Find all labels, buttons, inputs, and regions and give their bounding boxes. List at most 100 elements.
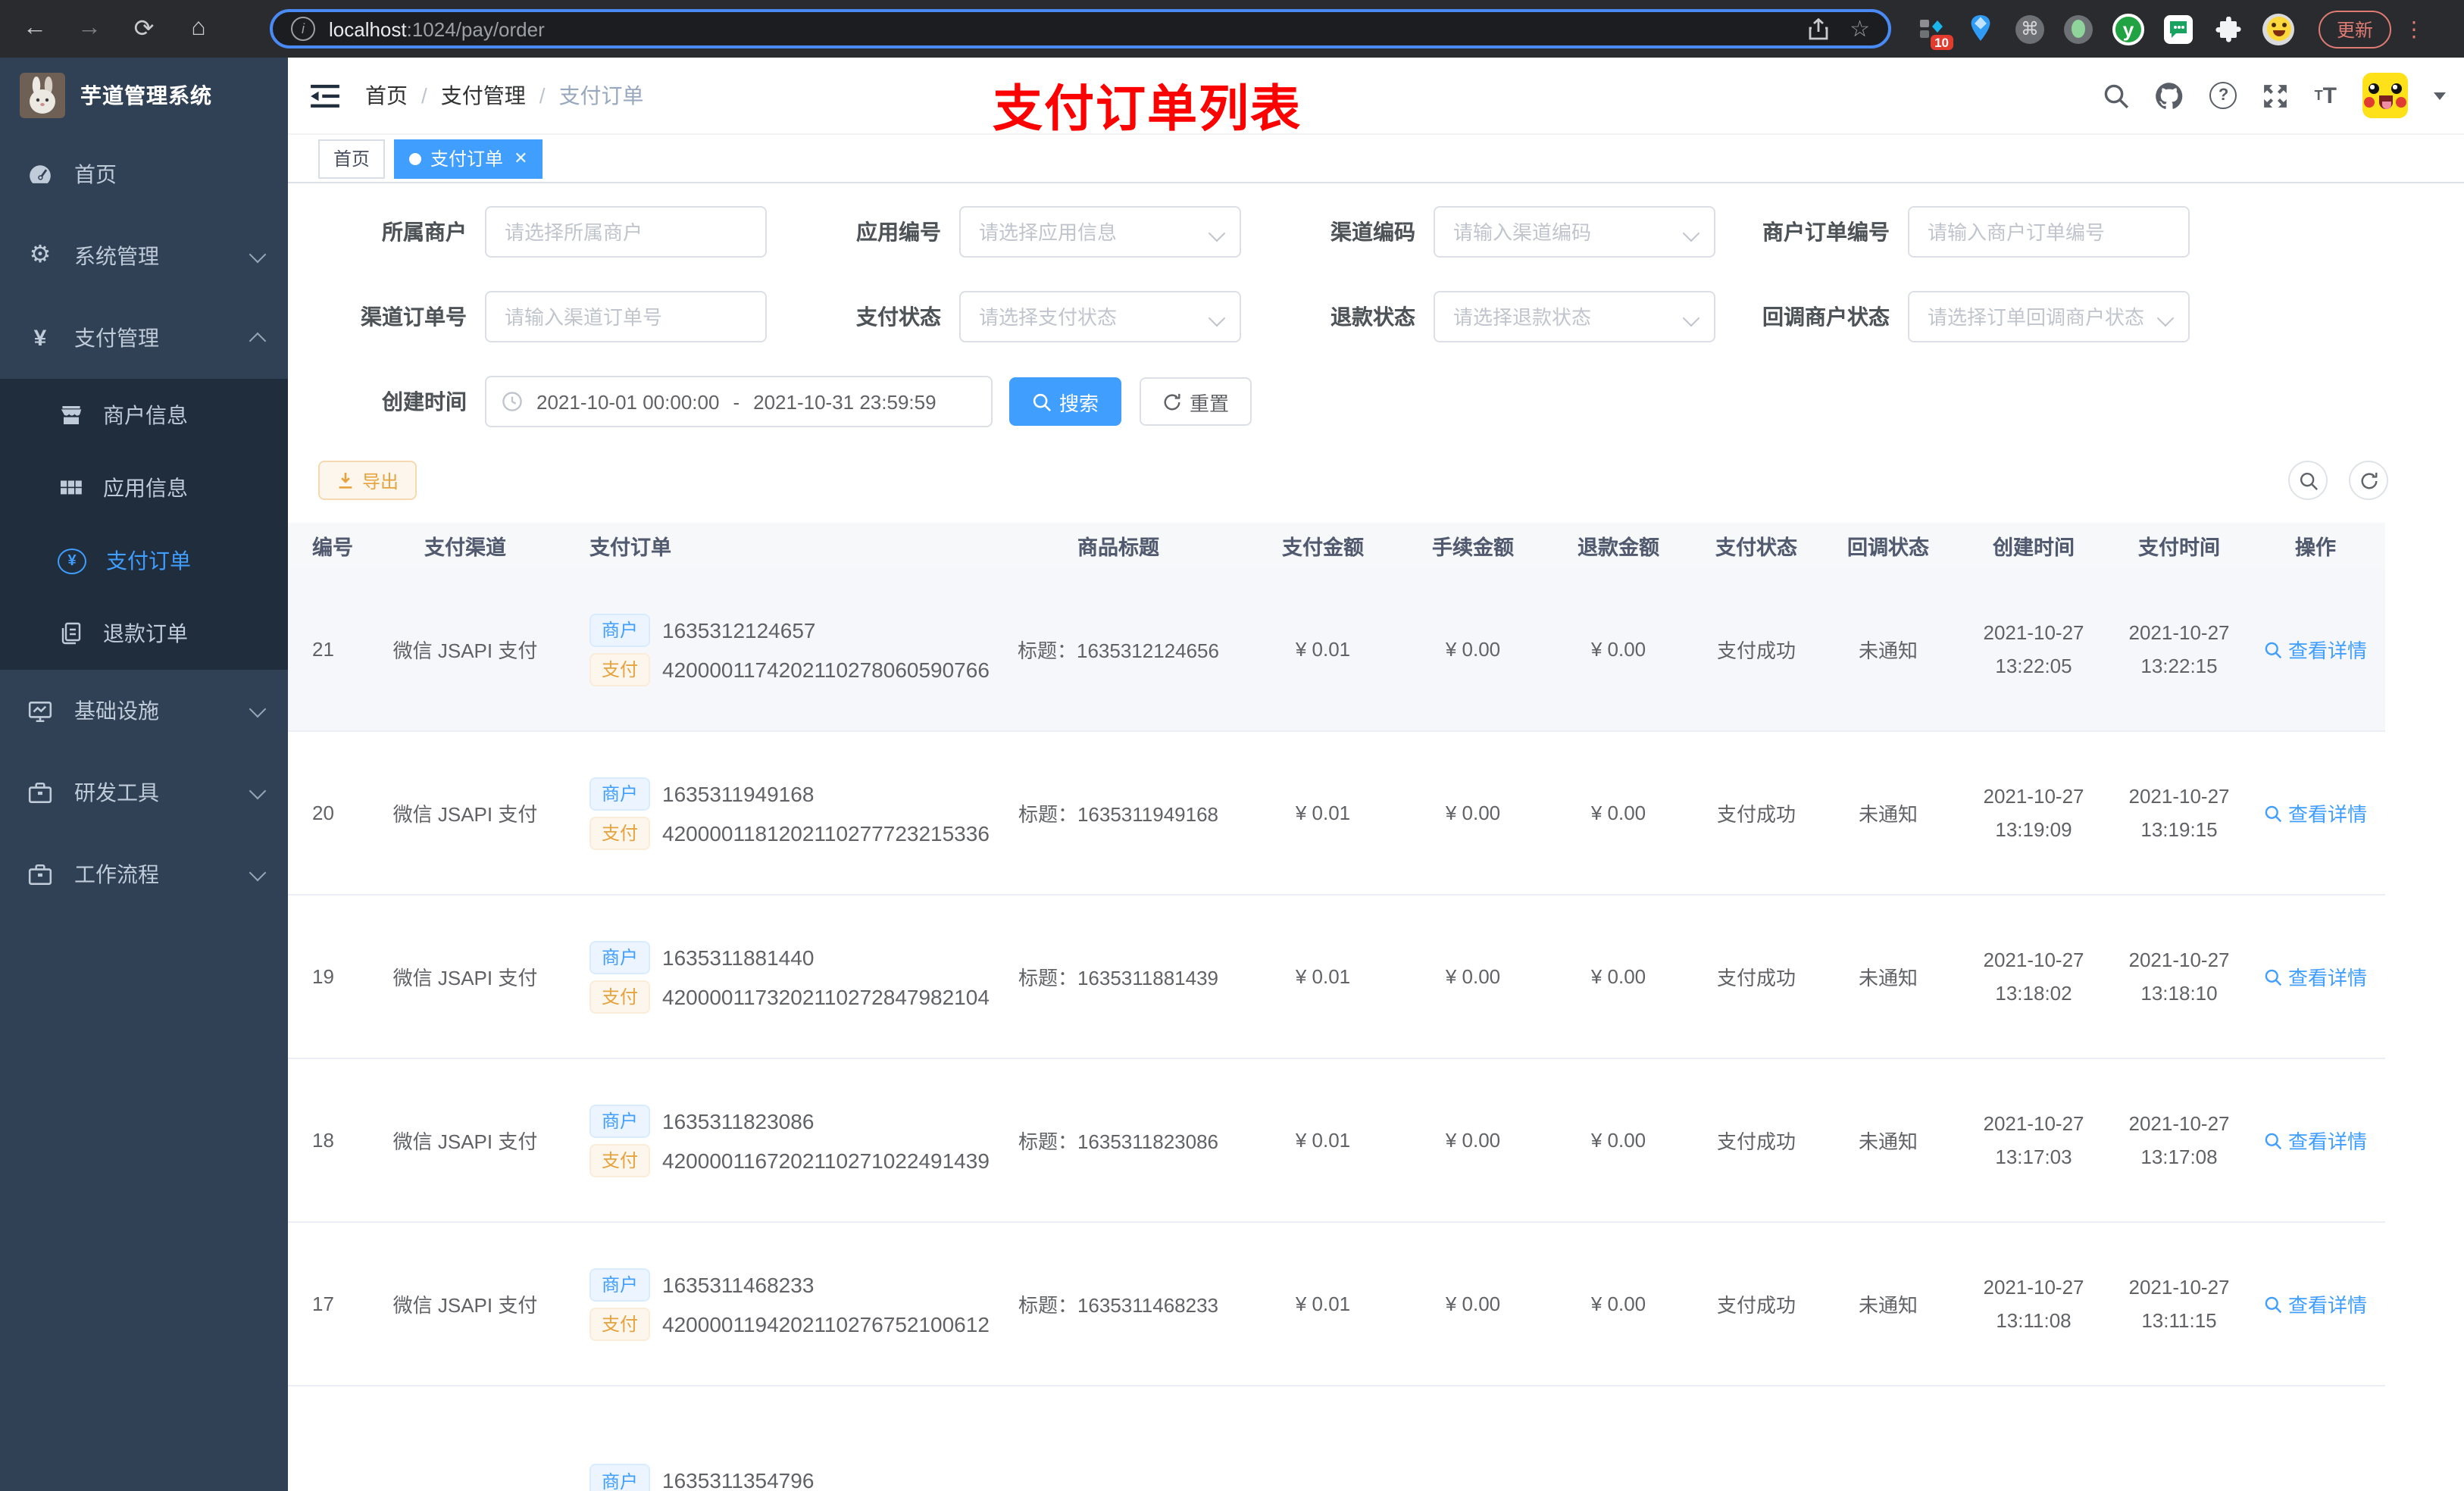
cell-created: 2021-10-27 13:18:02 <box>1955 895 2112 1059</box>
date-from: 2021-10-01 00:00:00 <box>536 390 720 413</box>
refresh-table-button[interactable] <box>2349 461 2388 500</box>
breadcrumb-home[interactable]: 首页 <box>365 80 408 111</box>
share-icon[interactable] <box>1807 17 1828 40</box>
refund-status-select[interactable] <box>1434 291 1715 342</box>
pay-tag: 支付 <box>589 1143 651 1177</box>
cell-created: 2021-10-27 13:19:09 <box>1955 731 2112 896</box>
table-row: 19 微信 JSAPI 支付 商户 1635311881440 支付 42000… <box>288 895 2385 1059</box>
pay-tag: 支付 <box>589 1307 651 1340</box>
extension-command-icon[interactable]: ⌘ <box>2015 14 2044 43</box>
cell-title: 标题：1635311949168 <box>991 731 1246 896</box>
sidebar-fold-icon[interactable] <box>311 83 339 108</box>
screen: ← → ⟳ ⌂ i localhost:1024/pay/order ☆ 10 <box>0 0 2464 1491</box>
cell-status: 支付成功 <box>1691 1222 1821 1386</box>
chevron-up-icon <box>249 332 267 350</box>
col-header: 创建时间 <box>1955 523 2112 568</box>
site-info-icon[interactable]: i <box>291 17 315 41</box>
pay-status-select[interactable] <box>959 291 1241 342</box>
cell-pay-order: 商户 1635311881440 支付 42000011732021102728… <box>576 895 991 1059</box>
sidebar-item-devtools[interactable]: 研发工具 <box>0 752 288 833</box>
sidebar-item-pay[interactable]: ¥ 支付管理 <box>0 297 288 379</box>
col-header: 支付状态 <box>1691 523 1821 568</box>
view-detail-link[interactable]: 查看详情 <box>2264 962 2367 991</box>
cell-created: 2021-10-27 13:17:03 <box>1955 1058 2112 1223</box>
filter-app-no: 应用编号 <box>793 206 1241 258</box>
channel-order-no-input[interactable] <box>485 291 767 342</box>
browser-back-icon[interactable]: ← <box>18 15 52 42</box>
col-header: 支付金额 <box>1246 523 1400 568</box>
profile-emoji-icon[interactable] <box>2262 13 2294 45</box>
merchant-input[interactable] <box>485 206 767 258</box>
cell-refund: ¥ 0.00 <box>1546 1058 1691 1223</box>
documents-icon <box>58 621 83 645</box>
create-time-range-picker[interactable]: 2021-10-01 00:00:00 - 2021-10-31 23:59:5… <box>485 376 993 427</box>
search-icon[interactable] <box>2104 83 2130 108</box>
filter-create-time: 创建时间 2021-10-01 00:00:00 - 2021-10-31 23… <box>318 376 993 427</box>
user-avatar[interactable] <box>2362 73 2408 118</box>
address-bar[interactable]: i localhost:1024/pay/order ☆ <box>270 9 1891 48</box>
sidebar-item-label: 首页 <box>74 162 117 186</box>
extension-y-icon[interactable]: y <box>2112 13 2144 45</box>
extension-recorder-icon[interactable] <box>2064 14 2093 43</box>
col-header: 商品标题 <box>991 523 1246 568</box>
sidebar-item-label: 商户信息 <box>103 403 188 427</box>
cell-channel: 微信 JSAPI 支付 <box>355 1222 576 1386</box>
cell-created: 2021-10-27 13:22:05 <box>1955 568 2112 732</box>
browser-forward-icon[interactable]: → <box>73 15 106 42</box>
close-tab-icon[interactable]: ✕ <box>514 148 527 168</box>
filter-label: 退款状态 <box>1330 305 1415 329</box>
view-detail-link[interactable]: 查看详情 <box>2264 1126 2367 1155</box>
sidebar-item-merchant-info[interactable]: 商户信息 <box>0 379 288 452</box>
tab-pay-order[interactable]: 支付订单 ✕ <box>394 139 543 178</box>
active-dot-icon <box>409 152 422 164</box>
extension-pin-icon[interactable] <box>1965 14 1996 44</box>
sidebar-item-home[interactable]: 首页 <box>0 133 288 215</box>
github-icon[interactable] <box>2156 81 2184 110</box>
sidebar-item-system[interactable]: ⚙ 系统管理 <box>0 215 288 297</box>
view-detail-link[interactable]: 查看详情 <box>2264 799 2367 827</box>
app-no-select[interactable] <box>959 206 1241 258</box>
sidebar-item-pay-order[interactable]: ¥ 支付订单 <box>0 524 288 597</box>
extension-tabs-icon[interactable]: 10 <box>1915 14 1953 50</box>
bookmark-star-icon[interactable]: ☆ <box>1850 15 1870 42</box>
browser-home-icon[interactable]: ⌂ <box>182 15 215 42</box>
export-button[interactable]: 导出 <box>318 461 417 500</box>
cell-action: 查看详情 <box>2246 1222 2385 1386</box>
notify-status-select[interactable] <box>1908 291 2190 342</box>
monitor-chart-icon <box>27 698 53 724</box>
show-search-toggle-button[interactable] <box>2288 461 2328 500</box>
extension-chat-icon[interactable] <box>2164 14 2193 43</box>
reset-button[interactable]: 重置 <box>1140 377 1252 426</box>
yen-circle-icon: ¥ <box>58 548 86 574</box>
sidebar-item-app-info[interactable]: 应用信息 <box>0 452 288 524</box>
col-header: 回调状态 <box>1821 523 1955 568</box>
browser-update-button[interactable]: 更新 <box>2319 10 2392 48</box>
table-toolbar: 导出 <box>318 461 2388 500</box>
avatar-dropdown-caret[interactable] <box>2434 92 2446 99</box>
font-size-icon[interactable]: TT <box>2315 83 2337 108</box>
tab-home[interactable]: 首页 <box>318 139 386 178</box>
browser-chrome: ← → ⟳ ⌂ i localhost:1024/pay/order ☆ 10 <box>0 0 2464 58</box>
channel-code-select[interactable] <box>1434 206 1715 258</box>
search-button[interactable]: 搜索 <box>1009 377 1122 426</box>
view-detail-link[interactable]: 查看详情 <box>2264 635 2367 664</box>
cell-amount: ¥ 0.01 <box>1246 568 1400 732</box>
extensions-puzzle-icon[interactable] <box>2212 14 2243 44</box>
fullscreen-icon[interactable] <box>2263 83 2289 108</box>
cell-channel: 微信 JSAPI 支付 <box>355 568 576 732</box>
view-detail-link[interactable]: 查看详情 <box>2264 1289 2367 1318</box>
sidebar-item-refund-order[interactable]: 退款订单 <box>0 597 288 670</box>
breadcrumb-pay[interactable]: 支付管理 <box>441 80 526 111</box>
merchant-order-no-input[interactable] <box>1908 206 2190 258</box>
col-header: 支付时间 <box>2112 523 2246 568</box>
merchant-tag: 商户 <box>589 777 651 810</box>
col-header: 操作 <box>2246 523 2385 568</box>
help-icon[interactable]: ? <box>2209 82 2237 109</box>
sidebar-item-workflow[interactable]: 工作流程 <box>0 833 288 915</box>
sidebar-item-infra[interactable]: 基础设施 <box>0 670 288 752</box>
browser-reload-icon[interactable]: ⟳ <box>127 14 161 44</box>
browser-menu-icon[interactable]: ⋮ <box>2403 16 2425 42</box>
sidebar-item-label: 支付管理 <box>74 326 159 350</box>
cell-id: 20 <box>288 731 355 896</box>
sidebar: 芋道管理系统 首页 ⚙ 系统管理 ¥ 支付管理 商户信息 应用信息 ¥ 支付订单… <box>0 58 288 1491</box>
